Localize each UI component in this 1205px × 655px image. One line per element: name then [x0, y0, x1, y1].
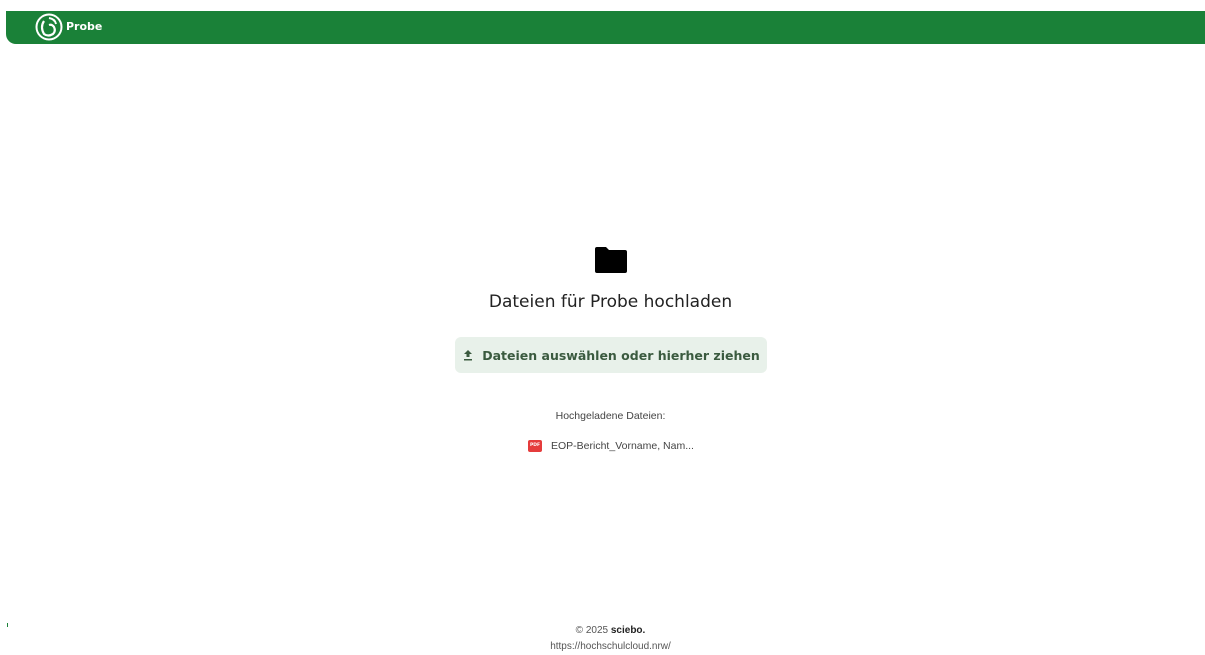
- top-bar: Probe: [6, 11, 1205, 44]
- sciebo-logo-icon[interactable]: [35, 13, 63, 41]
- upload-button[interactable]: Dateien auswählen oder hierher ziehen: [455, 337, 767, 373]
- footer: © 2025 sciebo. https://hochschulcloud.nr…: [0, 623, 1205, 655]
- footer-copyright: © 2025: [575, 625, 609, 636]
- footer-url-link[interactable]: https://hochschulcloud.nrw/: [0, 639, 1205, 655]
- upload-icon: [464, 350, 473, 361]
- uploaded-file-item[interactable]: PDF EOP-Bericht_Vorname, Nam...: [528, 440, 694, 452]
- pdf-icon: PDF: [528, 440, 542, 452]
- uploaded-files-heading: Hochgeladene Dateien:: [555, 410, 666, 422]
- upload-button-label: Dateien auswählen oder hierher ziehen: [482, 347, 760, 363]
- folder-icon: [595, 247, 627, 273]
- footer-brand-link[interactable]: sciebo.: [611, 625, 645, 636]
- uploaded-file-name: EOP-Bericht_Vorname, Nam...: [551, 440, 694, 452]
- app-name[interactable]: Probe: [66, 20, 102, 33]
- page-title: Dateien für Probe hochladen: [488, 292, 733, 312]
